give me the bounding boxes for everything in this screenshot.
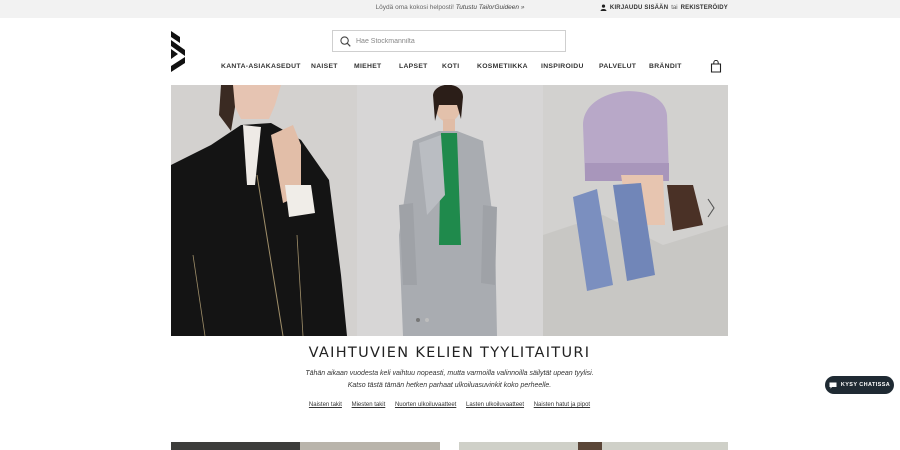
- search-input[interactable]: [356, 37, 546, 45]
- chat-bubble-icon: [829, 382, 837, 389]
- chat-button[interactable]: KYSY CHATISSA: [825, 376, 894, 394]
- nav-item-brandit[interactable]: BRÄNDIT: [649, 63, 682, 70]
- link-nuorten-ulkoiluvaatteet[interactable]: Nuorten ulkoiluvaatteet: [395, 402, 456, 408]
- link-naisten-hatut-ja-pipot[interactable]: Naisten hatut ja pipot: [534, 402, 590, 408]
- main-navigation: KANTA-ASIAKASEDUT NAISET MIEHET LAPSET K…: [171, 63, 728, 73]
- chat-label: KYSY CHATISSA: [840, 382, 891, 388]
- hero-image-lilac-beanie[interactable]: [543, 85, 728, 336]
- campaign-text-line-2: Katso tästä tämän hetken parhaat ulkoilu…: [347, 382, 552, 389]
- carousel-dot-2[interactable]: [425, 318, 429, 322]
- nav-item-naiset[interactable]: NAISET: [311, 63, 338, 70]
- nav-item-miehet[interactable]: MIEHET: [354, 63, 381, 70]
- login-link[interactable]: KIRJAUDU SISÄÄN: [610, 5, 668, 11]
- promo-text: Löydä oma kokosi helposti!: [375, 4, 454, 11]
- carousel-dot-1[interactable]: [416, 318, 420, 322]
- promo-tile-right-detail: [578, 442, 602, 450]
- user-icon: [600, 4, 607, 11]
- campaign-headline: VAIHTUVIEN KELIEN TYYLITAITURI: [308, 345, 591, 361]
- login-separator: tai: [671, 4, 678, 11]
- register-link[interactable]: REKISTERÖIDY: [681, 5, 728, 11]
- promo-tile-left-detail: [300, 442, 440, 450]
- nav-item-inspiroidu[interactable]: INSPIROIDU: [541, 63, 584, 70]
- top-utility-bar: Löydä oma kokosi helposti! Tutustu Tailo…: [0, 0, 900, 18]
- login-area[interactable]: KIRJAUDU SISÄÄN tai REKISTERÖIDY: [600, 4, 728, 11]
- link-naisten-takit[interactable]: Naisten takit: [309, 402, 342, 408]
- hero-carousel[interactable]: [171, 85, 728, 336]
- nav-item-palvelut[interactable]: PALVELUT: [599, 63, 636, 70]
- link-lasten-ulkoiluvaatteet[interactable]: Lasten ulkoiluvaatteet: [466, 402, 524, 408]
- promo-banner[interactable]: Löydä oma kokosi helposti! Tutustu Tailo…: [0, 4, 900, 11]
- nav-item-kanta-asiakasedut[interactable]: KANTA-ASIAKASEDUT: [221, 63, 301, 70]
- cart-icon[interactable]: [710, 60, 722, 73]
- nav-item-koti[interactable]: KOTI: [442, 63, 459, 70]
- search-icon[interactable]: [340, 35, 351, 47]
- link-miesten-takit[interactable]: Miesten takit: [352, 402, 386, 408]
- search-box[interactable]: [332, 30, 566, 52]
- promo-link[interactable]: Tutustu TailorGuideen »: [456, 4, 525, 11]
- nav-item-lapset[interactable]: LAPSET: [399, 63, 428, 70]
- campaign-links: Naisten takit Miesten takit Nuorten ulko…: [171, 402, 728, 408]
- nav-item-kosmetiikka[interactable]: KOSMETIIKKA: [477, 63, 528, 70]
- chevron-right-icon[interactable]: [706, 197, 716, 219]
- carousel-indicators: [416, 318, 429, 322]
- campaign-text-line-1: Tähän aikaan vuodesta keli vaihtuu nopea…: [305, 370, 594, 377]
- hero-image-black-coat[interactable]: [171, 85, 357, 336]
- hero-image-grey-coat[interactable]: [357, 85, 543, 336]
